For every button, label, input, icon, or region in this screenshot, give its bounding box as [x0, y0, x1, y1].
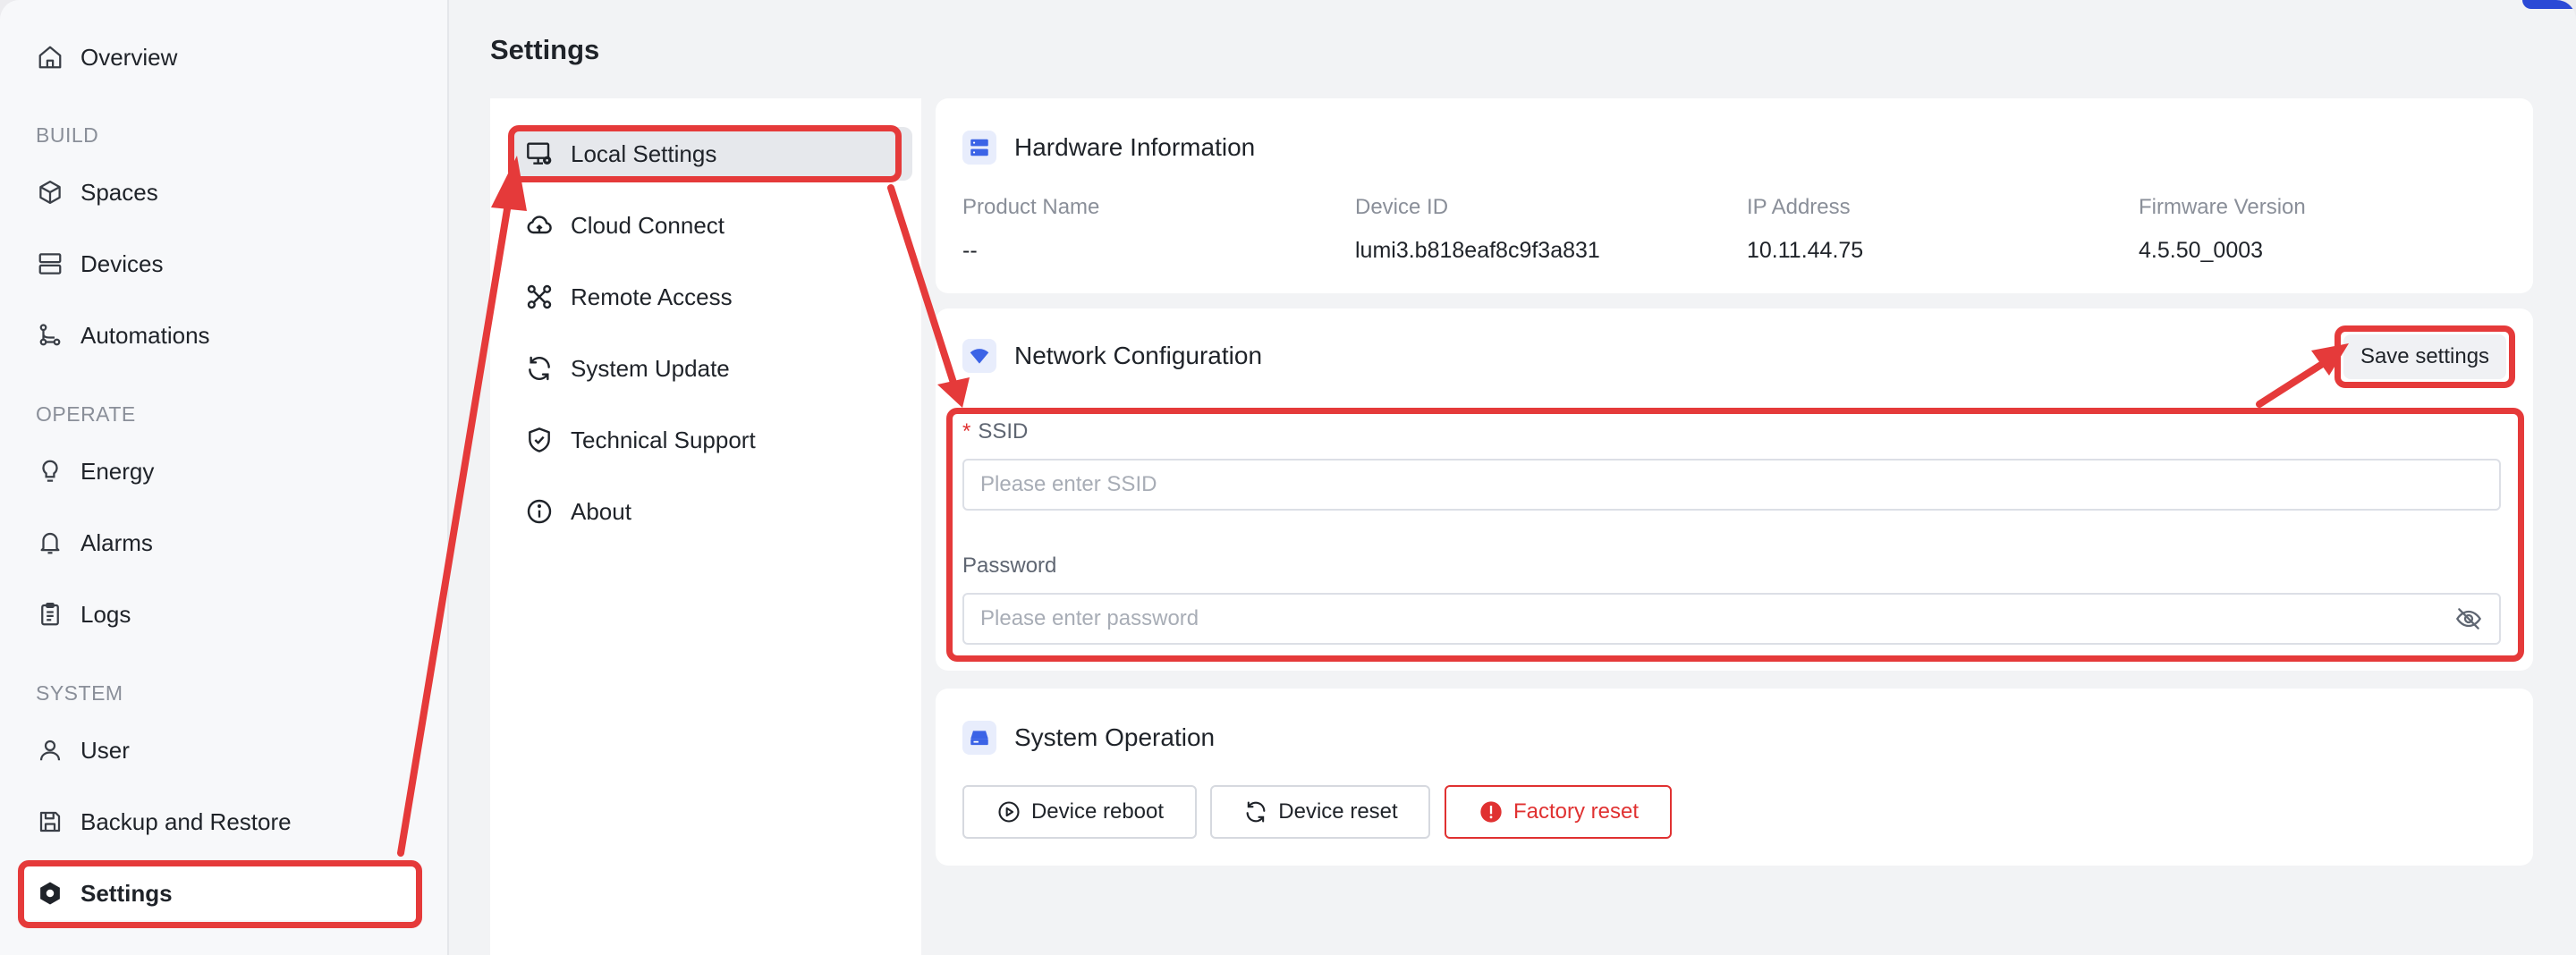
system-operation-title: System Operation — [1014, 723, 1216, 751]
cube-icon — [36, 178, 64, 207]
section-label-build: BUILD — [36, 123, 99, 147]
button-label: Device reboot — [1030, 799, 1165, 824]
subnav-item-label: Technical Support — [571, 426, 756, 453]
subnav-item-label: About — [571, 497, 631, 525]
refresh-icon — [1242, 799, 1269, 825]
subnav-item-label: System Update — [571, 354, 730, 382]
monitor-gear-icon — [524, 139, 555, 169]
ssid-label: * SSID — [962, 419, 1028, 444]
info-device-id: Device ID lumi3.b818eaf8c9f3a831 — [1355, 195, 1600, 264]
app-window: Overview BUILD Spaces Devices Automation… — [0, 0, 2576, 955]
info-label: Firmware Version — [2139, 195, 2306, 219]
subnav-item-system-update[interactable]: System Update — [513, 342, 912, 395]
hardware-info-card: Hardware Information Product Name -- Dev… — [936, 98, 2533, 293]
section-label-system: SYSTEM — [36, 681, 123, 705]
alert-icon — [1478, 799, 1504, 825]
password-label: Password — [962, 554, 1057, 578]
hardware-info-header: Hardware Information — [962, 131, 1255, 165]
sidebar-item-label: Alarms — [80, 528, 153, 556]
sidebar-item-automations[interactable]: Automations — [20, 308, 420, 362]
save-icon — [36, 807, 64, 836]
sidebar-item-label: Devices — [80, 249, 164, 277]
device-reset-button[interactable]: Device reset — [1210, 785, 1430, 839]
network-config-card: Network Configuration * SSID Password — [936, 308, 2533, 671]
button-label: Device reset — [1278, 799, 1398, 824]
info-product-name: Product Name -- — [962, 195, 1099, 264]
eye-off-icon[interactable] — [2453, 603, 2485, 635]
ssid-label-text: SSID — [978, 419, 1029, 444]
sidebar-item-label: Overview — [80, 43, 178, 71]
sidebar-item-settings[interactable]: Settings — [20, 866, 420, 920]
clipboard-icon — [36, 600, 64, 629]
sidebar-item-label: Settings — [80, 879, 173, 907]
device-reboot-button[interactable]: Device reboot — [962, 785, 1197, 839]
play-circle-icon — [996, 799, 1022, 825]
server-icon — [36, 249, 64, 278]
info-label: IP Address — [1747, 195, 1851, 219]
info-value: -- — [962, 238, 978, 263]
page-title: Settings — [490, 34, 600, 65]
subnav-item-technical-support[interactable]: Technical Support — [513, 413, 912, 467]
subnav-item-label: Local Settings — [571, 139, 717, 167]
subnav-item-cloud-connect[interactable]: Cloud Connect — [513, 199, 912, 252]
subnav-item-remote-access[interactable]: Remote Access — [513, 270, 912, 324]
button-label: Factory reset — [1513, 799, 1640, 824]
sidebar-item-devices[interactable]: Devices — [20, 237, 420, 291]
required-mark: * — [962, 419, 971, 444]
ssid-input[interactable] — [979, 460, 2499, 510]
section-label-operate: OPERATE — [36, 402, 136, 426]
network-config-header: Network Configuration — [962, 339, 1262, 373]
sidebar-item-backup-and-restore[interactable]: Backup and Restore — [20, 795, 420, 849]
password-field[interactable] — [962, 593, 2501, 645]
save-settings-button[interactable]: Save settings — [2343, 334, 2506, 379]
drive-icon — [962, 721, 996, 755]
info-ip-address: IP Address 10.11.44.75 — [1747, 195, 1863, 264]
sidebar-item-energy[interactable]: Energy — [20, 444, 420, 498]
system-operation-card: System Operation Device reboot Device re… — [936, 689, 2533, 866]
sidebar: Overview BUILD Spaces Devices Automation… — [0, 0, 449, 955]
flow-icon — [36, 321, 64, 350]
sidebar-item-logs[interactable]: Logs — [20, 587, 420, 641]
info-icon — [524, 496, 555, 527]
sidebar-item-spaces[interactable]: Spaces — [20, 165, 420, 219]
subnav-item-label: Cloud Connect — [571, 211, 724, 239]
window-accent — [2522, 0, 2576, 9]
settings-icon — [36, 879, 64, 908]
bulb-icon — [36, 457, 64, 486]
system-operation-header: System Operation — [962, 721, 1215, 755]
server-icon — [962, 131, 996, 165]
sidebar-item-label: User — [80, 736, 130, 764]
ssid-field[interactable] — [962, 459, 2501, 511]
info-label: Product Name — [962, 195, 1100, 219]
info-value: 10.11.44.75 — [1747, 238, 1864, 263]
sidebar-item-overview[interactable]: Overview — [20, 30, 420, 84]
hardware-info-title: Hardware Information — [1014, 133, 1256, 161]
sidebar-item-label: Automations — [80, 321, 210, 349]
sidebar-item-label: Spaces — [80, 178, 158, 206]
settings-subnav: Local Settings Cloud Connect Remote Acce… — [490, 98, 921, 955]
info-value: 4.5.50_0003 — [2139, 238, 2264, 263]
subnav-item-about[interactable]: About — [513, 485, 912, 538]
factory-reset-button[interactable]: Factory reset — [1445, 785, 1672, 839]
sidebar-item-label: Energy — [80, 457, 155, 485]
sidebar-item-alarms[interactable]: Alarms — [20, 516, 420, 570]
user-icon — [36, 736, 64, 765]
sidebar-item-label: Backup and Restore — [80, 807, 292, 835]
subnav-item-label: Remote Access — [571, 283, 733, 310]
subnav-item-local-settings[interactable]: Local Settings — [513, 127, 912, 181]
sidebar-item-label: Logs — [80, 600, 131, 628]
password-input[interactable] — [979, 594, 2453, 644]
bell-icon — [36, 528, 64, 557]
wifi-icon — [962, 339, 996, 373]
info-value: lumi3.b818eaf8c9f3a831 — [1355, 238, 1600, 263]
shield-check-icon — [524, 425, 555, 455]
remote-icon — [524, 282, 555, 312]
sidebar-item-user[interactable]: User — [20, 723, 420, 777]
cloud-icon — [524, 210, 555, 241]
refresh-icon — [524, 353, 555, 384]
info-firmware-version: Firmware Version 4.5.50_0003 — [2139, 195, 2306, 264]
home-icon — [36, 43, 64, 72]
network-config-title: Network Configuration — [1014, 342, 1263, 369]
info-label: Device ID — [1355, 195, 1449, 219]
